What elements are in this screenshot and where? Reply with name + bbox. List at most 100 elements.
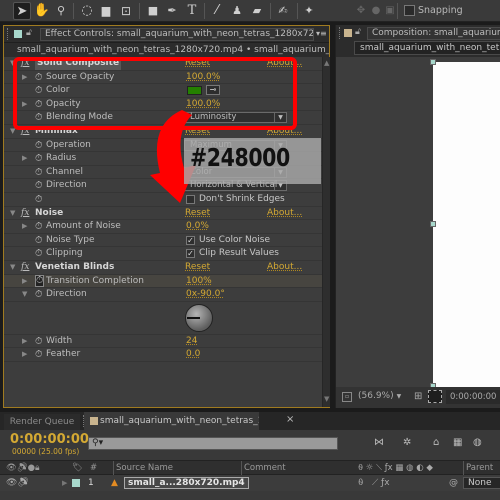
camera-tool-icon[interactable]: ▆ <box>97 2 115 20</box>
toggle-mask-visibility-icon[interactable] <box>428 390 442 403</box>
scroll-down-icon[interactable]: ▼ <box>324 395 329 403</box>
composition-canvas[interactable] <box>433 62 500 387</box>
property-value[interactable]: 100% <box>186 275 212 288</box>
draft-3d-icon[interactable]: ✲ <box>403 437 411 448</box>
twirl-open-icon[interactable]: ▼ <box>10 207 15 220</box>
layer-handle-top-left[interactable] <box>430 59 436 65</box>
snapping-checkbox[interactable] <box>404 5 415 16</box>
motion-blur-icon[interactable]: ◍ <box>473 437 482 448</box>
twirl-closed-icon[interactable]: ▶ <box>22 348 27 361</box>
stopwatch-icon[interactable]: ⏱ <box>35 166 42 179</box>
stopwatch-icon[interactable]: ⏱ <box>35 193 42 206</box>
layer-source-name[interactable]: small_a...280x720.mp4 <box>124 477 249 489</box>
clone-stamp-tool-icon[interactable]: ♟ <box>228 2 246 20</box>
timeline-timecode[interactable]: 0:00:00:00 <box>10 432 89 447</box>
eraser-tool-icon[interactable]: ▰ <box>248 2 266 20</box>
property-value[interactable]: 0.0% <box>186 220 209 233</box>
reset-link[interactable]: Reset <box>185 261 210 274</box>
render-queue-tab[interactable]: Render Queue <box>4 414 80 430</box>
column-comment[interactable]: Comment <box>241 461 286 476</box>
pick-whip-icon[interactable]: @ <box>449 475 458 491</box>
effect-controls-tab[interactable]: Effect Controls: small_aquarium_with_neo… <box>40 28 314 41</box>
stopwatch-icon[interactable]: ⏱ <box>35 274 45 287</box>
property-row[interactable]: ⏱ Clipping ✓ Clip Result Values <box>4 247 322 261</box>
about-link[interactable]: About... <box>267 207 302 220</box>
panel-grip[interactable] <box>83 415 86 427</box>
stopwatch-icon[interactable]: ⏱ <box>35 234 42 247</box>
twirl-closed-icon[interactable]: ▶ <box>22 335 27 348</box>
lock-icon[interactable]: 🔓︎ <box>26 28 32 38</box>
property-row[interactable]: ⏱ Noise Type ✓ Use Color Noise <box>4 234 322 248</box>
timeline-comp-tab[interactable]: small_aquarium_with_neon_tetras_1280x720 <box>84 412 259 430</box>
property-row[interactable]: ▶ ⏱ Transition Completion 100% <box>4 274 322 289</box>
zoom-tool-icon[interactable]: ⚲ <box>52 2 70 20</box>
type-tool-icon[interactable]: T <box>183 2 201 20</box>
shy-layers-icon[interactable]: ⌂ <box>433 437 439 448</box>
property-row[interactable]: ▶ ⏱ Feather 0.0 <box>4 348 322 362</box>
stopwatch-icon[interactable]: ⏱ <box>35 247 42 260</box>
checkbox[interactable]: ✓ <box>186 249 195 259</box>
stopwatch-icon[interactable]: ⏱ <box>35 139 42 152</box>
hand-tool-icon[interactable]: ✋ <box>33 2 51 20</box>
column-parent[interactable]: Parent <box>463 461 493 476</box>
property-row[interactable]: ▼ ⏱ Direction 0x-90.0° <box>4 288 322 302</box>
scrollbar[interactable]: ▲ ▼ <box>322 57 330 407</box>
effect-header-row[interactable]: ▼ fx Venetian Blinds Reset About... <box>4 261 322 275</box>
stopwatch-icon[interactable]: ⏱ <box>35 179 42 192</box>
current-time-display[interactable]: 0:00:00:00 <box>446 390 500 404</box>
parent-dropdown[interactable]: None <box>463 477 500 489</box>
roto-brush-tool-icon[interactable]: ✍ <box>274 2 292 20</box>
grid-guides-icon[interactable]: ⊞ <box>414 391 422 402</box>
effect-header-row[interactable]: ▼ fx Noise Reset About... <box>4 207 322 221</box>
panel-grip[interactable] <box>7 28 10 40</box>
composition-mini-flowchart-icon[interactable]: ⋈ <box>374 437 384 448</box>
angle-dial[interactable] <box>185 303 213 332</box>
panel-grip[interactable] <box>339 27 342 39</box>
checkbox[interactable]: ✓ <box>186 235 195 245</box>
selection-tool-icon[interactable]: ➤ <box>13 2 31 20</box>
visibility-audio-icons[interactable]: 👁︎🔊︎ <box>6 475 29 491</box>
column-source-name[interactable]: Source Name <box>113 461 173 476</box>
frame-blending-icon[interactable]: ▦ <box>453 437 462 448</box>
twirl-closed-icon[interactable]: ▶ <box>22 275 27 288</box>
effect-name[interactable]: Noise <box>35 207 63 220</box>
rotation-tool-icon[interactable]: ◌ <box>78 2 96 20</box>
stopwatch-icon[interactable]: ⏱ <box>35 348 42 361</box>
fx-icon[interactable]: fx <box>21 261 29 274</box>
property-value[interactable]: 0.0 <box>186 348 200 361</box>
stopwatch-icon[interactable]: ⏱ <box>35 220 42 233</box>
pen-tool-icon[interactable]: ✒ <box>163 2 181 20</box>
layer-handle-mid-left[interactable] <box>430 221 436 227</box>
rectangle-tool-icon[interactable]: ■ <box>144 2 162 20</box>
close-tab-icon[interactable]: × <box>286 414 294 425</box>
panel-menu-icon[interactable]: ▾≡ <box>316 29 327 38</box>
always-preview-icon[interactable]: ▫ <box>342 392 352 402</box>
composition-tab[interactable]: Composition: small_aquarium_with_neon_te… <box>367 27 500 40</box>
fx-icon[interactable]: fx <box>21 207 29 220</box>
property-row[interactable]: ▶ ⏱ Width 24 <box>4 335 322 349</box>
lock-icon[interactable]: 🔓︎ <box>355 27 361 37</box>
property-value[interactable]: 24 <box>186 335 197 348</box>
twirl-closed-icon[interactable]: ▶ <box>22 220 27 233</box>
twirl-open-icon[interactable]: ▼ <box>10 261 15 274</box>
effect-name[interactable]: Venetian Blinds <box>35 261 114 274</box>
twirl-open-icon[interactable]: ▼ <box>22 288 27 301</box>
pan-behind-tool-icon[interactable]: ⊡ <box>117 2 135 20</box>
puppet-pin-tool-icon[interactable]: ✦ <box>300 2 318 20</box>
reset-link[interactable]: Reset <box>185 207 210 220</box>
brush-tool-icon[interactable]: ⁄ <box>208 2 226 20</box>
magnification-dropdown[interactable]: (56.9%) ▼ <box>358 391 404 403</box>
twirl-icon[interactable]: ▶ <box>62 475 67 491</box>
layer-switch-icons[interactable]: ⍬ ⟋ ƒx <box>358 475 390 491</box>
about-link[interactable]: About... <box>267 261 302 274</box>
timeline-layer-row[interactable]: 👁︎🔊︎ ▶ 1 ▲ small_a...280x720.mp4 ⍬ ⟋ ƒx … <box>0 475 500 491</box>
stopwatch-icon[interactable]: ⏱ <box>35 288 42 301</box>
stopwatch-icon[interactable]: ⏱ <box>35 335 42 348</box>
twirl-closed-icon[interactable]: ▶ <box>22 152 27 165</box>
composition-subtab[interactable]: small_aquarium_with_neon_tetras_1280x720 <box>354 41 500 55</box>
property-value[interactable]: 0x-90.0° <box>186 288 225 301</box>
layer-label-color[interactable] <box>72 479 80 487</box>
timeline-search-input[interactable]: ⚲▾ <box>88 437 338 450</box>
stopwatch-icon[interactable]: ⏱ <box>35 152 42 165</box>
property-row[interactable]: ▶ ⏱ Amount of Noise 0.0% <box>4 220 322 234</box>
